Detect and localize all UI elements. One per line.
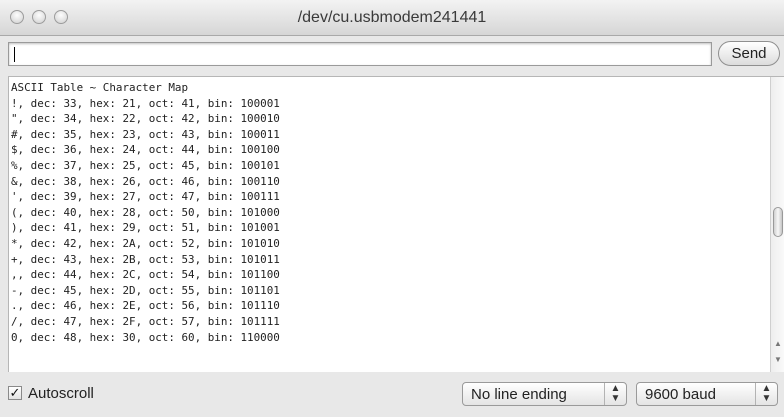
vertical-scrollbar[interactable]: ▲ ▼: [770, 77, 784, 372]
serial-output[interactable]: ASCII Table ~ Character Map !, dec: 33, h…: [8, 76, 784, 372]
output-line: ', dec: 39, hex: 27, oct: 47, bin: 10011…: [11, 190, 280, 204]
scroll-up-icon[interactable]: ▲: [771, 339, 784, 348]
output-line: -, dec: 45, hex: 2D, oct: 55, bin: 10110…: [11, 283, 280, 297]
baud-rate-select[interactable]: 9600 baud ▲ ▼: [636, 382, 778, 406]
output-line: &, dec: 38, hex: 26, oct: 46, bin: 10011…: [11, 174, 280, 188]
output-line: 0, dec: 48, hex: 30, oct: 60, bin: 11000…: [11, 330, 280, 344]
title-bar: /dev/cu.usbmodem241441: [0, 0, 784, 36]
send-button[interactable]: Send: [718, 41, 780, 66]
output-line: ASCII Table ~ Character Map: [11, 81, 189, 94]
line-ending-value: No line ending: [471, 386, 567, 403]
input-row: Send: [0, 36, 784, 74]
output-line: %, dec: 37, hex: 25, oct: 45, bin: 10010…: [11, 158, 280, 172]
select-arrows-icon: ▲ ▼: [755, 383, 777, 405]
baud-rate-value: 9600 baud: [645, 386, 716, 403]
output-line: ., dec: 46, hex: 2E, oct: 56, bin: 10111…: [11, 299, 280, 313]
output-line: /, dec: 47, hex: 2F, oct: 57, bin: 10111…: [11, 314, 280, 328]
output-line: ,, dec: 44, hex: 2C, oct: 54, bin: 10110…: [11, 268, 280, 282]
output-line: ), dec: 41, hex: 29, oct: 51, bin: 10100…: [11, 221, 280, 235]
output-line: +, dec: 43, hex: 2B, oct: 53, bin: 10101…: [11, 252, 280, 266]
select-arrows-icon: ▲ ▼: [604, 383, 626, 405]
scrollbar-thumb[interactable]: [773, 207, 783, 237]
line-ending-select[interactable]: No line ending ▲ ▼: [462, 382, 627, 406]
autoscroll-checkbox[interactable]: ✓: [8, 386, 22, 400]
checkbox-check-icon: ✓: [9, 385, 21, 400]
text-caret: [14, 47, 15, 62]
autoscroll-label[interactable]: Autoscroll: [28, 385, 94, 402]
window-title: /dev/cu.usbmodem241441: [297, 9, 487, 26]
serial-output-lines: ASCII Table ~ Character Map !, dec: 33, h…: [11, 80, 280, 345]
scroll-down-icon[interactable]: ▼: [771, 355, 784, 364]
output-line: #, dec: 35, hex: 23, oct: 43, bin: 10001…: [11, 127, 280, 141]
output-line: (, dec: 40, hex: 28, oct: 50, bin: 10100…: [11, 205, 280, 219]
output-line: ", dec: 34, hex: 22, oct: 42, bin: 10001…: [11, 112, 280, 126]
output-line: $, dec: 36, hex: 24, oct: 44, bin: 10010…: [11, 143, 280, 157]
footer-bar: ✓ Autoscroll No line ending ▲ ▼ 9600 baud…: [0, 372, 784, 417]
output-line: *, dec: 42, hex: 2A, oct: 52, bin: 10101…: [11, 236, 280, 250]
send-input[interactable]: [8, 42, 712, 66]
output-line: !, dec: 33, hex: 21, oct: 41, bin: 10000…: [11, 96, 280, 110]
